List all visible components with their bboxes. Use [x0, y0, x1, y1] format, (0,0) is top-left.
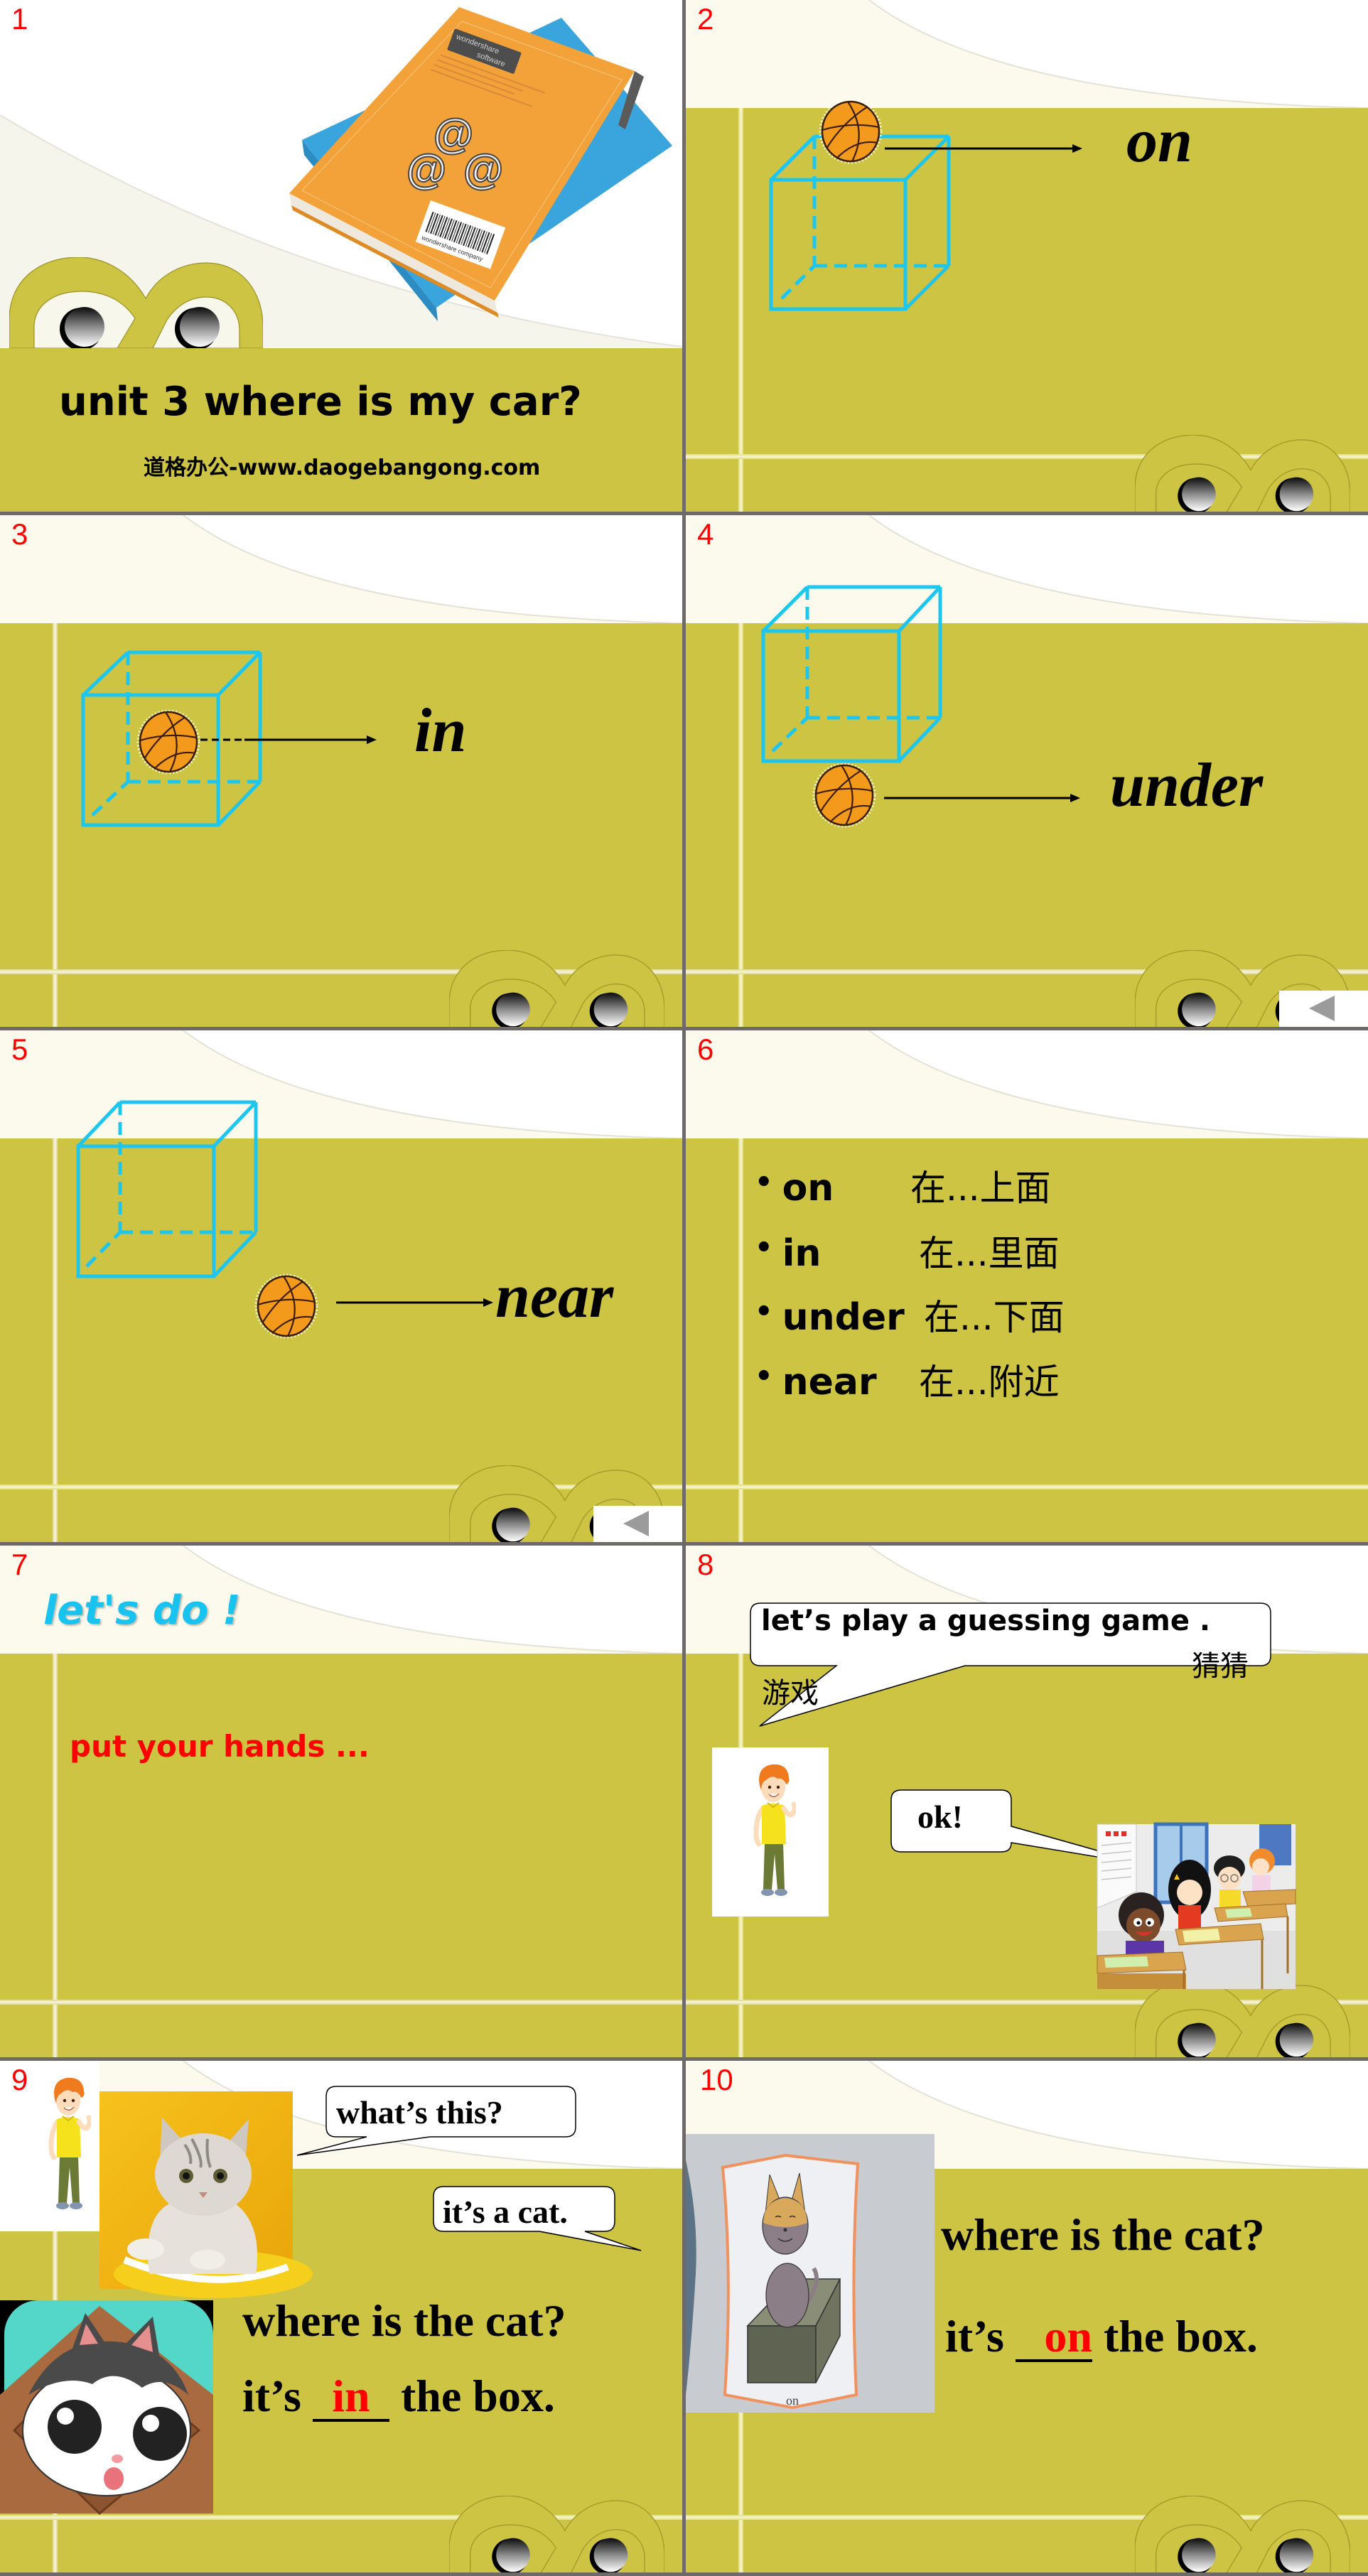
vocab-item: • in 在...里面: [755, 1232, 1060, 1275]
vocab-item: • near 在...附近: [755, 1360, 1060, 1403]
desk-paper: [1104, 1956, 1148, 1968]
answer-bubble-text: it’s a cat.: [443, 2194, 568, 2230]
question-sentence: where is the cat?: [941, 2209, 1265, 2260]
at-symbol: @: [463, 146, 504, 193]
answer-suffix: the box.: [400, 2371, 555, 2421]
olive-band: [0, 348, 682, 512]
slide-9: 9 what’s this? it’s a cat. where is the …: [0, 2061, 682, 2572]
picture-caption: on: [786, 2393, 799, 2408]
slide-1: wondershare software @ @ @ wondershare c…: [0, 0, 682, 512]
slide-number: 6: [697, 1033, 714, 1066]
slide-4: 4 under: [686, 515, 1368, 1027]
slide-subtitle: 道格办公-www.daogebangong.com: [144, 456, 541, 480]
slide-title: unit 3 where is my car?: [59, 379, 582, 425]
vocab-chinese: 在...里面: [919, 1233, 1060, 1274]
slide-number: 10: [700, 2063, 733, 2096]
slide-5: 5 near: [0, 1030, 682, 1542]
kitten-paw: [127, 2238, 164, 2260]
at-symbol: @: [406, 146, 447, 193]
vocab-chinese: 在...上面: [910, 1168, 1051, 1209]
activity-heading: let's do !: [43, 1588, 241, 1634]
bullet: •: [755, 1360, 773, 1393]
kitten-head: [155, 2133, 252, 2216]
kitten-paw: [190, 2250, 225, 2270]
slide-number: 9: [11, 2063, 28, 2096]
slide-background: [0, 515, 682, 1027]
desk-paper: [1183, 1929, 1220, 1942]
answer-prefix: it’s: [242, 2371, 301, 2421]
answer-blank: on: [1015, 2311, 1092, 2362]
answer-sentence: it’s in the box.: [242, 2373, 555, 2422]
desk-paper: [1225, 1908, 1252, 1918]
triangle-left-icon: [623, 1511, 649, 1536]
answer-sentence: it’s on the box.: [945, 2314, 1258, 2362]
classroom-illustration: [1097, 1822, 1296, 1989]
slide-background: [686, 1030, 1368, 1542]
question-bubble-text: what’s this?: [336, 2094, 503, 2130]
slide-4-artwork: [686, 515, 1368, 1027]
reply-text: ok!: [917, 1799, 963, 1835]
slide-number: 7: [11, 1548, 28, 1581]
slide-6-artwork: [686, 1030, 1368, 1542]
preposition-word: near: [495, 1262, 614, 1331]
vocab-item: • on 在...上面: [755, 1166, 1051, 1209]
slide-10: on 10 where is the cat? it’s on the box.: [686, 2061, 1368, 2572]
vocab-item: • under 在...下面: [755, 1295, 1065, 1339]
triangle-left-icon: [1309, 996, 1335, 1021]
slide-number: 1: [11, 2, 28, 36]
slide-2-artwork: [686, 0, 1368, 512]
question-sentence: where is the cat?: [242, 2295, 566, 2346]
boy-illustration: [712, 1747, 829, 1917]
preposition-word: on: [1126, 107, 1192, 176]
activity-instruction: put your hands ...: [70, 1729, 370, 1764]
answer-blank: in: [312, 2371, 389, 2422]
cat-eye: [48, 2400, 102, 2454]
slide-background: [686, 0, 1368, 512]
slide-3: 3 in: [0, 515, 682, 1027]
slide-1-artwork: wondershare software @ @ @ wondershare c…: [0, 0, 682, 512]
gloss-game: 游戏: [762, 1677, 819, 1710]
vocab-english: near: [782, 1361, 877, 1403]
slide-number: 2: [697, 2, 714, 36]
slide-background: [686, 515, 1368, 1027]
back-button[interactable]: [1279, 991, 1368, 1027]
bullet: •: [755, 1295, 773, 1328]
vocab-chinese: 在...附近: [919, 1362, 1060, 1403]
slide-6: 6 • on 在...上面 • in 在...里面 • under 在...下面 • n…: [686, 1030, 1368, 1542]
slide-number: 3: [11, 517, 28, 551]
cat-on-box-picture: on: [686, 2134, 935, 2413]
vocab-chinese: 在...下面: [924, 1297, 1065, 1338]
gloss-guess: 猜猜: [1192, 1650, 1249, 1683]
slide-2: 2 on: [686, 0, 1368, 512]
slide-number: 8: [697, 1548, 714, 1581]
slide-8: 8 let’s play a guessing game . 游戏 猜猜 ok!: [686, 1546, 1368, 2057]
answer-blank-word: in: [332, 2371, 370, 2421]
bullet: •: [755, 1166, 773, 1199]
answer-blank-word: on: [1044, 2311, 1092, 2361]
slide-number: 4: [697, 517, 714, 551]
back-button[interactable]: [593, 1506, 682, 1542]
game-prompt-text: let’s play a guessing game .: [761, 1605, 1211, 1637]
slide-number: 5: [11, 1033, 28, 1066]
preposition-word: in: [414, 696, 467, 765]
bullet: •: [755, 1232, 773, 1264]
slide-3-artwork: [0, 515, 682, 1027]
vocab-english: under: [782, 1296, 905, 1339]
cat-eye: [133, 2407, 187, 2461]
desk: [1242, 1889, 1296, 1907]
cat-body: [765, 2263, 809, 2328]
preposition-word: under: [1110, 751, 1264, 820]
slide-7: 7 let's do ! put your hands ...: [0, 1546, 682, 2057]
box-front: [747, 2325, 817, 2383]
answer-suffix: the box.: [1103, 2311, 1258, 2361]
answer-prefix: it’s: [945, 2311, 1004, 2361]
cartoon-cat-in-box-image: [0, 2300, 213, 2516]
vocab-english: on: [782, 1167, 834, 1209]
vocab-english: in: [782, 1232, 822, 1275]
desk-front-panel: [1097, 1973, 1186, 1989]
kitten-photo: [99, 2091, 313, 2298]
